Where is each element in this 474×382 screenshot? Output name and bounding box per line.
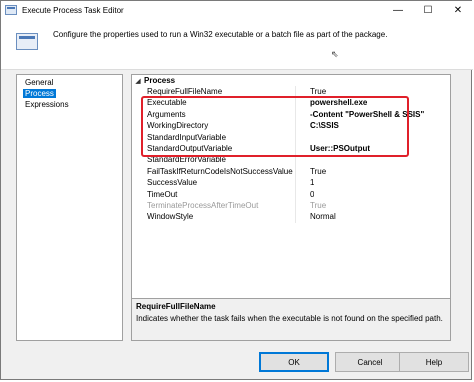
nav-item-label: Process <box>23 89 56 98</box>
ok-button[interactable]: OK <box>259 352 329 372</box>
property-row-workingdirectory[interactable]: WorkingDirectory C:\SSIS <box>132 120 450 132</box>
property-row-timeout[interactable]: TimeOut 0 <box>132 188 450 200</box>
description-title: RequireFullFileName <box>136 302 216 311</box>
header-panel: Configure the properties used to run a W… <box>1 19 473 70</box>
property-name: FailTaskIfReturnCodeIsNotSuccessValue <box>144 165 296 178</box>
property-row-standardoutputvariable[interactable]: StandardOutputVariable User::PSOutput <box>132 142 450 155</box>
cancel-button[interactable]: Cancel <box>335 352 405 372</box>
property-name: WindowStyle <box>144 211 296 223</box>
property-grid: ◢ Process RequireFullFileName True Execut… <box>131 74 451 299</box>
help-button[interactable]: Help <box>399 352 469 372</box>
property-name: StandardInputVariable <box>144 131 296 143</box>
close-button[interactable]: ✕ <box>443 1 473 19</box>
property-value[interactable]: True <box>296 166 326 177</box>
property-name: Executable <box>144 97 296 109</box>
property-value: True <box>310 200 327 210</box>
property-name: StandardOutputVariable <box>144 142 296 155</box>
property-row-successvalue[interactable]: SuccessValue 1 <box>132 177 450 189</box>
category-label: Process <box>144 76 176 85</box>
property-value[interactable]: User::PSOutput <box>296 143 370 154</box>
property-name: RequireFullFileName <box>144 86 296 98</box>
property-row-standarderrorvariable[interactable]: StandardErrorVariable <box>132 154 450 166</box>
property-value[interactable]: powershell.exe <box>296 97 367 108</box>
nav-item-label: General <box>25 78 54 87</box>
property-description-panel: RequireFullFileName Indicates whether th… <box>131 298 451 341</box>
property-row-executable[interactable]: Executable powershell.exe <box>132 97 450 109</box>
property-name: SuccessValue <box>144 177 296 189</box>
property-row-arguments[interactable]: Arguments -Content "PowerShell & SSIS" <box>132 108 450 121</box>
mouse-cursor-icon: ⇖ <box>331 49 339 59</box>
property-row-terminateprocessaftertimeout: TerminateProcessAfterTimeOut True <box>132 199 450 212</box>
app-icon <box>5 5 17 15</box>
description-text: Indicates whether the task fails when th… <box>136 314 443 323</box>
title-bar: Execute Process Task Editor — ☐ ✕ <box>1 1 473 19</box>
property-value[interactable]: 1 <box>296 177 314 188</box>
nav-item-label: Expressions <box>25 100 69 109</box>
category-process[interactable]: ◢ Process <box>132 75 450 86</box>
task-icon <box>16 33 38 50</box>
nav-item-expressions[interactable]: Expressions <box>17 99 122 110</box>
property-name: WorkingDirectory <box>144 120 296 132</box>
property-name: Arguments <box>144 108 296 121</box>
execute-process-task-editor-window: Execute Process Task Editor — ☐ ✕ Config… <box>0 0 473 380</box>
property-name: TerminateProcessAfterTimeOut <box>144 199 296 212</box>
property-row-windowstyle[interactable]: WindowStyle Normal <box>132 211 450 223</box>
nav-item-process[interactable]: Process <box>17 88 122 99</box>
page-navigation-list: General Process Expressions <box>16 74 123 341</box>
property-value[interactable]: C:\SSIS <box>296 120 339 131</box>
minimize-button[interactable]: — <box>383 1 413 19</box>
window-controls: — ☐ ✕ <box>383 1 473 19</box>
collapse-icon[interactable]: ◢ <box>132 77 144 85</box>
property-name: StandardErrorVariable <box>144 154 296 166</box>
window-title: Execute Process Task Editor <box>22 5 124 15</box>
maximize-button[interactable]: ☐ <box>413 1 443 19</box>
property-row-standardinputvariable[interactable]: StandardInputVariable <box>132 131 450 143</box>
property-row-requirefullfilename[interactable]: RequireFullFileName True <box>132 86 450 98</box>
property-row-failtaskifreturncode[interactable]: FailTaskIfReturnCodeIsNotSuccessValue Tru… <box>132 165 450 178</box>
property-value[interactable]: True <box>296 86 326 97</box>
property-value[interactable]: -Content "PowerShell & SSIS" <box>296 109 424 120</box>
property-name: TimeOut <box>144 188 296 200</box>
property-value[interactable]: 0 <box>296 189 314 200</box>
property-value[interactable]: Normal <box>296 211 336 222</box>
header-description: Configure the properties used to run a W… <box>53 30 388 39</box>
nav-item-general[interactable]: General <box>17 77 122 88</box>
